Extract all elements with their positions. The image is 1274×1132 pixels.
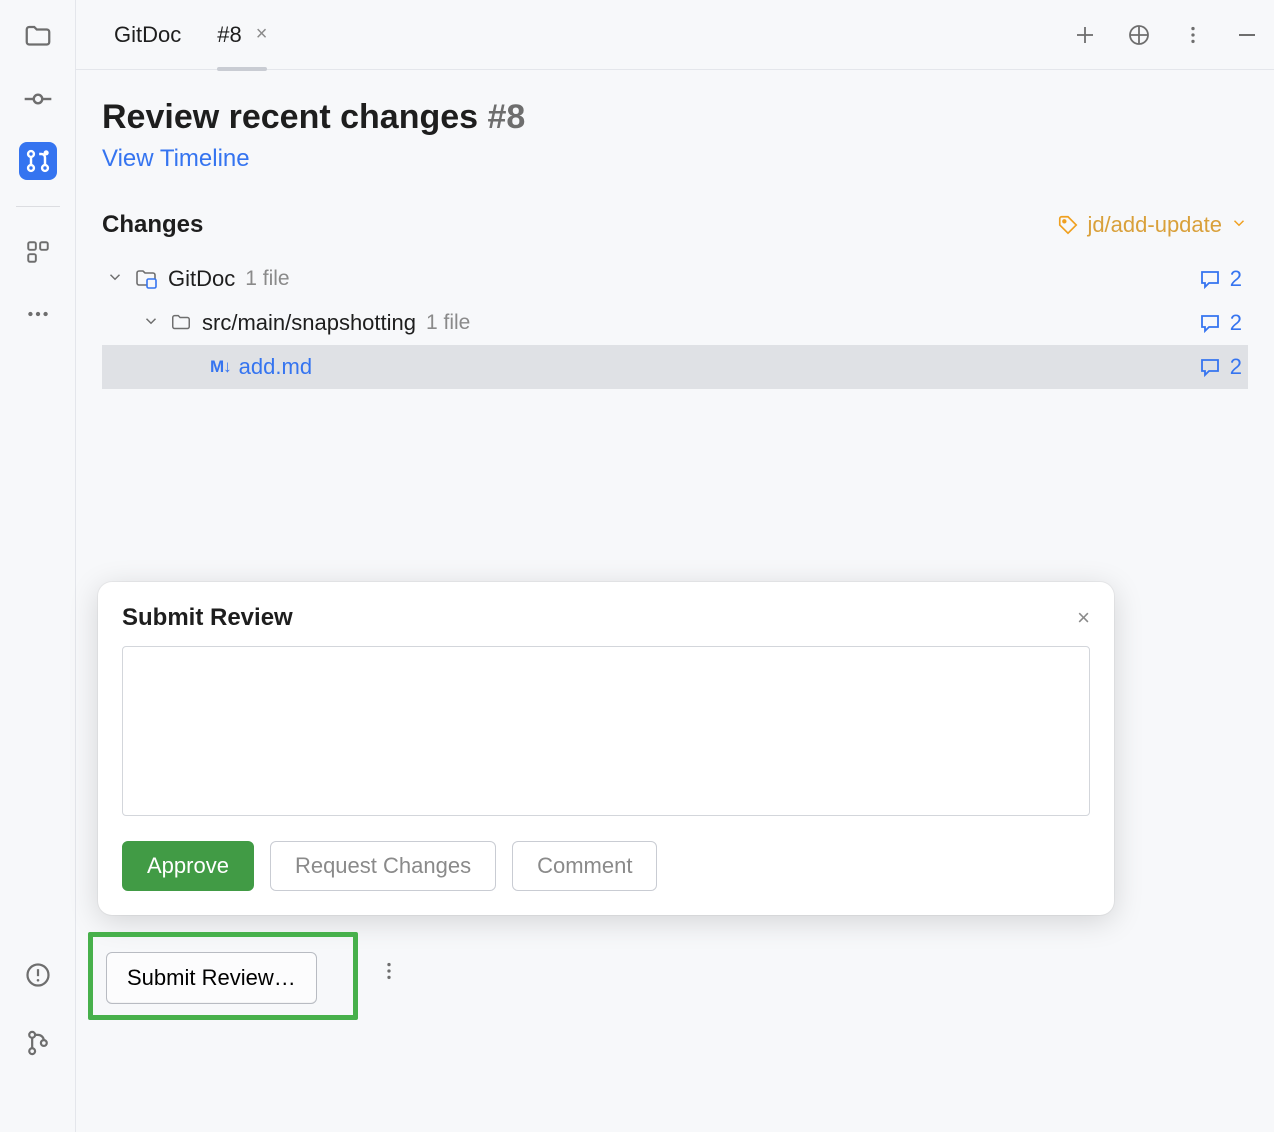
comment-icon bbox=[1198, 355, 1222, 379]
submit-review-popup: Submit Review × Approve Request Changes … bbox=[98, 582, 1114, 915]
title-hash: #8 bbox=[488, 98, 526, 136]
page-title: Review recent changes #8 bbox=[102, 98, 1248, 137]
comment-count[interactable]: 2 bbox=[1198, 266, 1242, 292]
chevron-down-icon bbox=[142, 310, 164, 336]
close-icon[interactable]: × bbox=[256, 23, 268, 46]
commit-icon[interactable] bbox=[19, 80, 57, 118]
review-comment-input[interactable] bbox=[122, 646, 1090, 816]
chevron-down-icon bbox=[106, 266, 128, 292]
comment-icon bbox=[1198, 311, 1222, 335]
tab-label: #8 bbox=[217, 22, 241, 48]
comment-icon bbox=[1198, 267, 1222, 291]
comment-count[interactable]: 2 bbox=[1198, 310, 1242, 336]
view-timeline-link[interactable]: View Timeline bbox=[102, 145, 250, 173]
tag-icon bbox=[1057, 214, 1079, 236]
minimize-icon[interactable] bbox=[1234, 22, 1260, 48]
branch-selector[interactable]: jd/add-update bbox=[1057, 212, 1248, 238]
folder-icon bbox=[170, 312, 192, 334]
structure-icon[interactable] bbox=[19, 233, 57, 271]
tree-name: GitDoc bbox=[168, 266, 235, 292]
changes-header: Changes jd/add-update bbox=[102, 211, 1248, 239]
markdown-icon: M↓ bbox=[210, 357, 231, 377]
close-icon[interactable]: × bbox=[1077, 605, 1090, 631]
popup-title: Submit Review bbox=[122, 604, 293, 632]
tree-name: src/main/snapshotting bbox=[202, 310, 416, 336]
tree-count: 1 file bbox=[426, 311, 470, 335]
tab-gitdoc[interactable]: GitDoc bbox=[96, 0, 199, 70]
rail-separator bbox=[16, 206, 60, 207]
pull-request-icon[interactable] bbox=[19, 142, 57, 180]
tree-name: add.md bbox=[239, 354, 312, 380]
changes-heading: Changes bbox=[102, 211, 203, 239]
branch-name: jd/add-update bbox=[1087, 212, 1222, 238]
target-icon[interactable] bbox=[1126, 22, 1152, 48]
submit-review-button[interactable]: Submit Review… bbox=[106, 952, 317, 1004]
module-folder-icon bbox=[134, 267, 158, 291]
kebab-icon[interactable] bbox=[1180, 22, 1206, 48]
tree-row-project[interactable]: GitDoc 1 file 2 bbox=[102, 257, 1248, 301]
comment-count[interactable]: 2 bbox=[1198, 354, 1242, 380]
git-icon[interactable] bbox=[19, 1024, 57, 1062]
problems-icon[interactable] bbox=[19, 956, 57, 994]
tree-row-folder[interactable]: src/main/snapshotting 1 file 2 bbox=[102, 301, 1248, 345]
left-tool-rail bbox=[0, 0, 75, 1132]
chevron-down-icon bbox=[1230, 212, 1248, 238]
tab-label: GitDoc bbox=[114, 22, 181, 48]
tab-bar: GitDoc #8 × bbox=[76, 0, 1274, 70]
plus-icon[interactable] bbox=[1072, 22, 1098, 48]
request-changes-button[interactable]: Request Changes bbox=[270, 841, 496, 891]
tree-row-file[interactable]: M↓ add.md 2 bbox=[102, 345, 1248, 389]
tree-count: 1 file bbox=[245, 267, 289, 291]
folder-icon[interactable] bbox=[19, 18, 57, 56]
tab-pr8[interactable]: #8 × bbox=[199, 0, 285, 70]
title-text: Review recent changes bbox=[102, 98, 478, 136]
comment-button[interactable]: Comment bbox=[512, 841, 657, 891]
kebab-icon[interactable] bbox=[378, 960, 400, 989]
more-icon[interactable] bbox=[19, 295, 57, 333]
approve-button[interactable]: Approve bbox=[122, 841, 254, 891]
tab-actions bbox=[1072, 22, 1260, 48]
